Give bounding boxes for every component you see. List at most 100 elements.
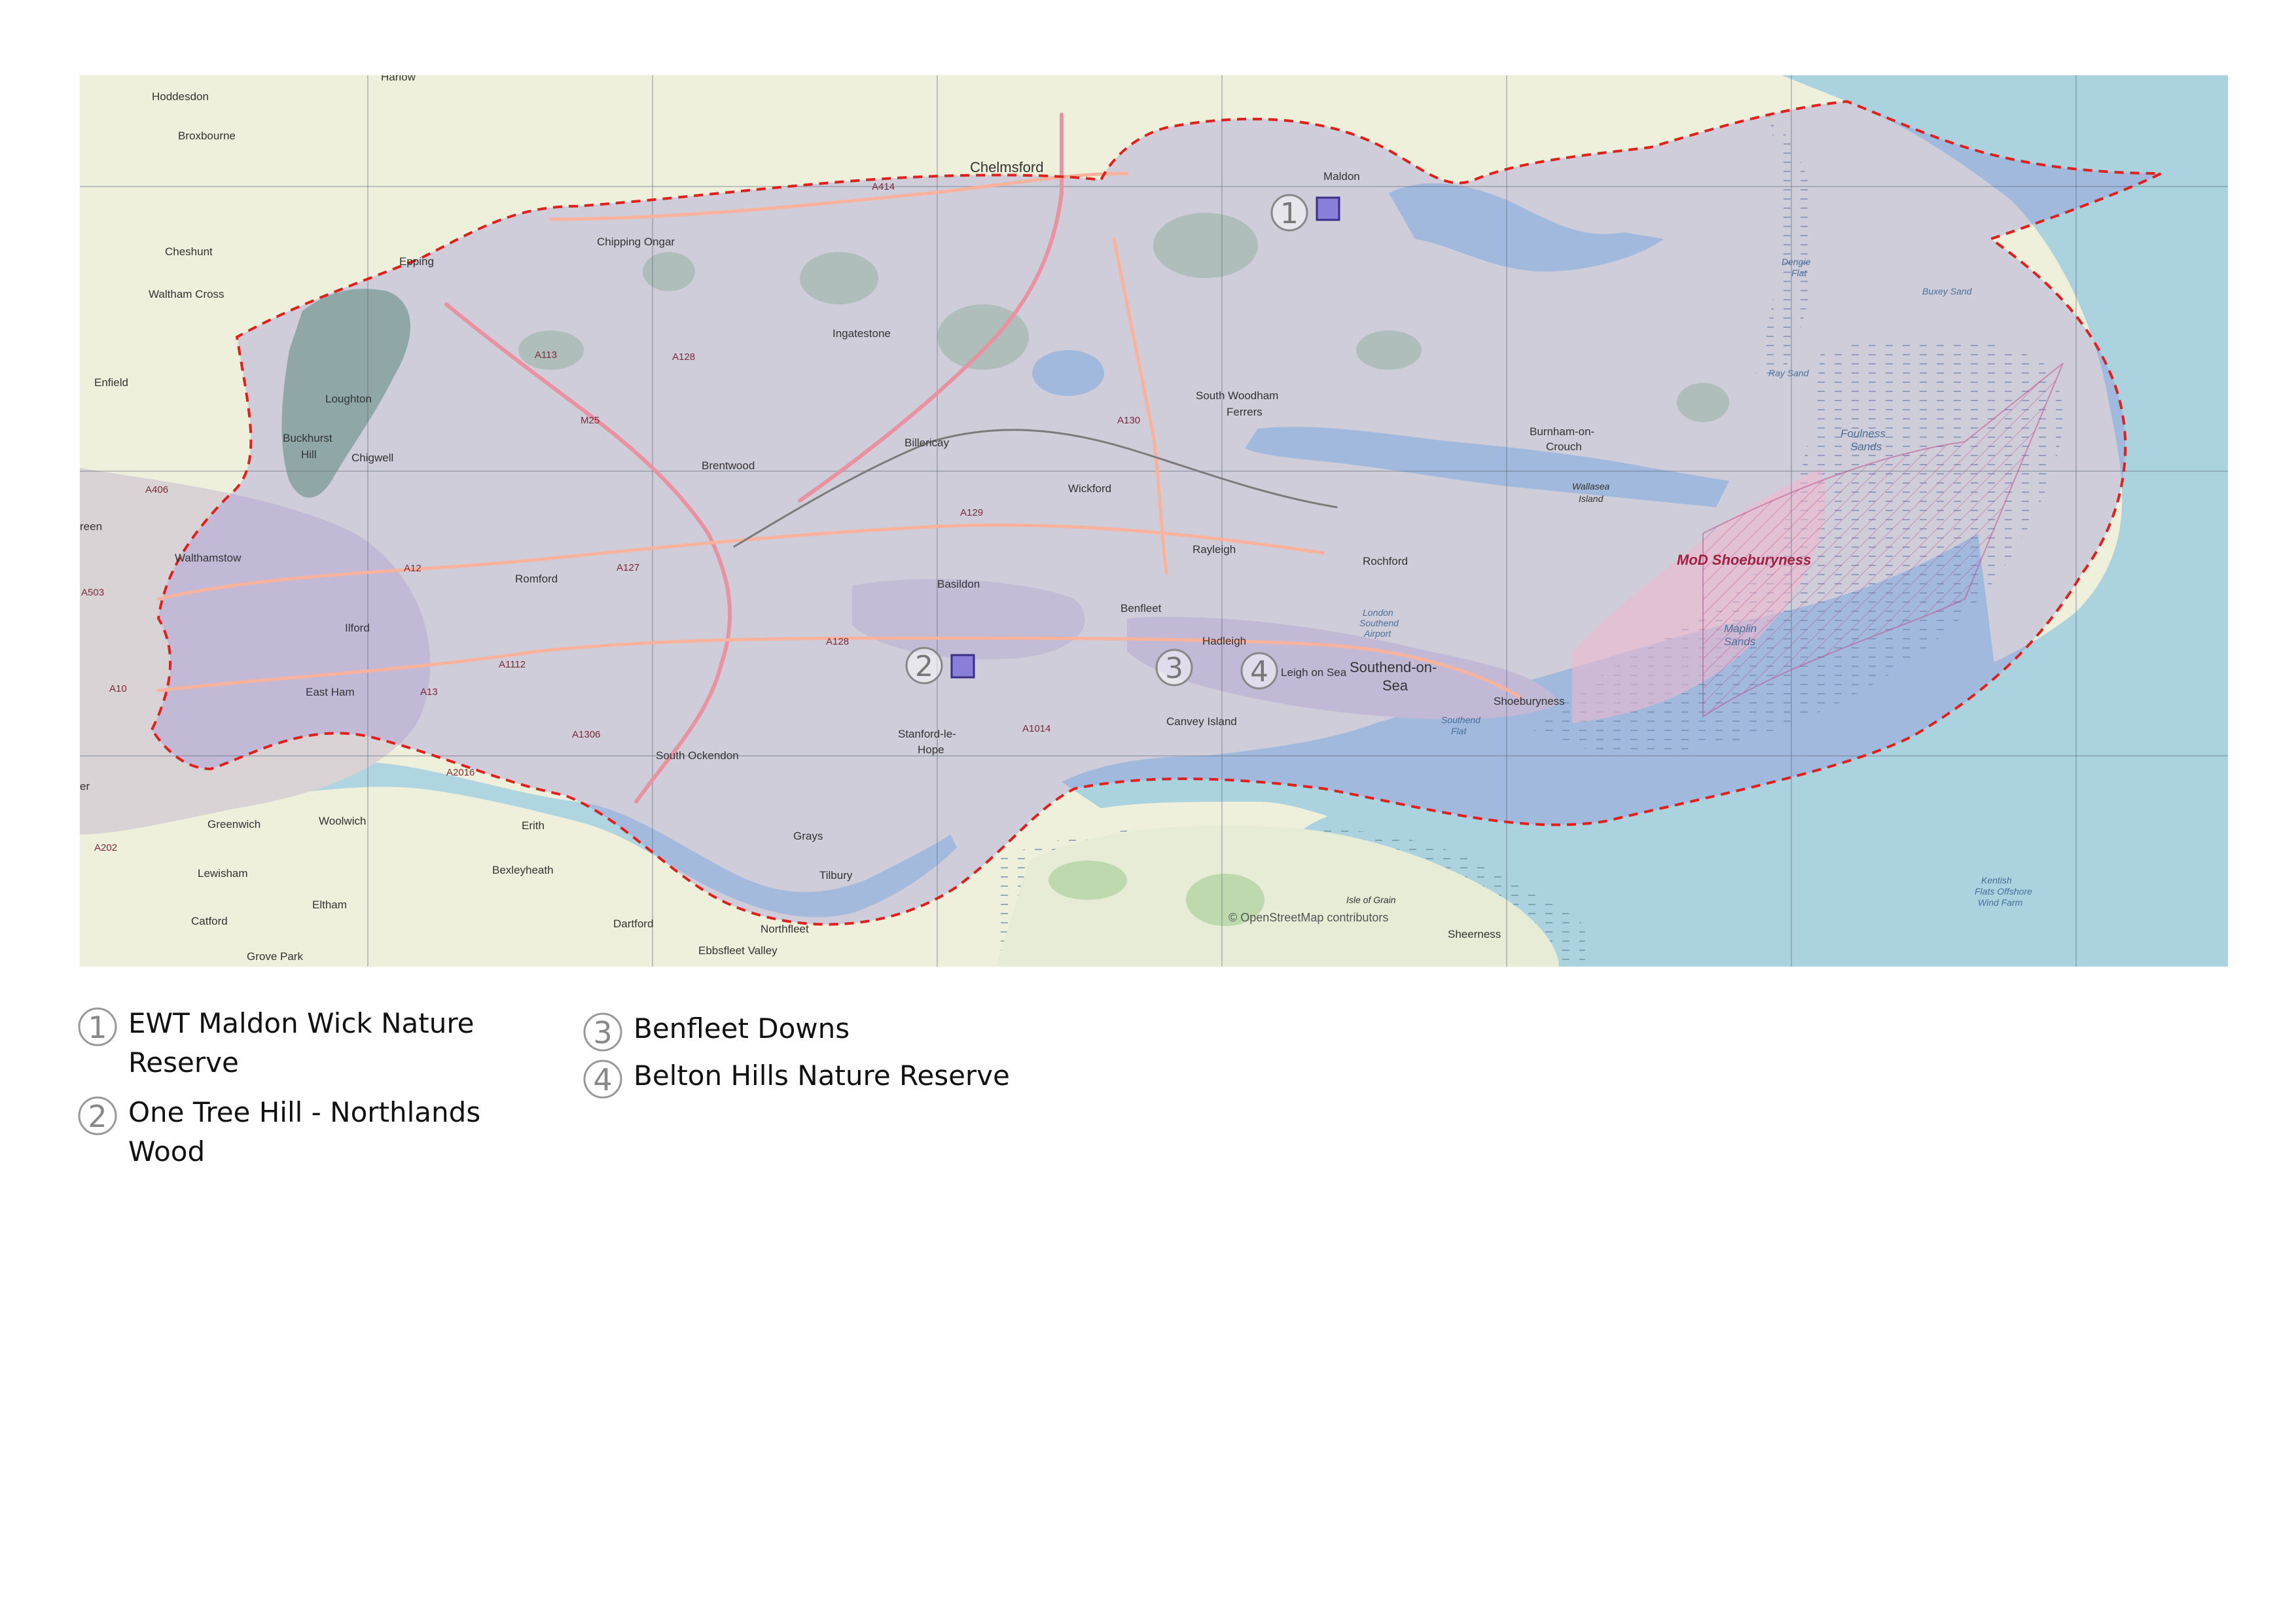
place-label: Billericay: [905, 437, 950, 449]
place-label: Cheshunt: [165, 245, 213, 258]
sea-label: London: [1363, 607, 1393, 618]
legend-label-line: Wood: [128, 1135, 206, 1168]
road-label: A12: [404, 563, 422, 574]
place-label: Dartford: [613, 918, 653, 930]
road-label: A129: [960, 507, 983, 518]
place-label: Chelmsford: [970, 159, 1043, 175]
sea-label: Southend: [1359, 618, 1399, 628]
sea-label: Buxey Sand: [1922, 286, 1973, 296]
place-label: er: [80, 780, 90, 793]
map-attribution[interactable]: © OpenStreetMap contributors: [1229, 911, 1388, 924]
place-label: Erith: [522, 819, 545, 832]
legend-number: 2: [88, 1099, 107, 1134]
site-marker-2[interactable]: 2: [905, 647, 943, 685]
site-marker-1[interactable]: 1: [1270, 194, 1308, 232]
place-label: Broxbourne: [178, 130, 236, 142]
place-label: Shoeburyness: [1494, 695, 1565, 707]
road-label: A503: [81, 587, 104, 598]
road-label: A10: [109, 683, 127, 694]
legend-label-line: Belton Hills Nature Reserve: [634, 1060, 1010, 1092]
road-label: A1014: [1022, 723, 1050, 734]
place-label: Ferrers: [1227, 406, 1263, 418]
legend-label: One Tree Hill - Northlands Wood: [128, 1093, 480, 1171]
legend-number: 4: [593, 1062, 612, 1097]
site-marker-number: 4: [1250, 655, 1268, 688]
place-label: South Ockendon: [656, 749, 739, 762]
place-label: Sheerness: [1448, 928, 1501, 940]
place-label: Enfield: [94, 376, 128, 389]
site-marker-3[interactable]: 3: [1155, 649, 1193, 687]
place-label: Grove Park: [247, 950, 303, 963]
place-label: Basildon: [937, 578, 980, 590]
road-label: A127: [617, 562, 639, 573]
place-label: Southend-on-: [1350, 659, 1437, 675]
legend-number: 1: [88, 1010, 107, 1045]
sea-label: Maplin: [1724, 622, 1757, 635]
place-label: Northfleet: [761, 923, 809, 935]
road-label: A128: [672, 351, 695, 363]
legend-item-2: 2 One Tree Hill - Northlands Wood: [77, 1093, 480, 1171]
place-label: Chipping Ongar: [597, 236, 675, 248]
site-marker-number: 1: [1280, 197, 1299, 230]
place-label: Chigwell: [351, 452, 393, 464]
sea-label: Flat: [1451, 726, 1467, 736]
legend-label-line: EWT Maldon Wick Nature: [128, 1007, 475, 1039]
place-label: reen: [80, 520, 102, 533]
sea-label: Sands: [1850, 440, 1882, 453]
sea-label: Ray Sand: [1768, 368, 1810, 378]
map-canvas[interactable]: Harlow Hoddesdon Broxbourne Cheshunt Wal…: [80, 75, 2228, 967]
place-label: Walthamstow: [175, 552, 242, 564]
place-label: Crouch: [1546, 440, 1582, 453]
legend-label-line: One Tree Hill - Northlands: [128, 1096, 481, 1128]
road-label: A128: [826, 636, 849, 647]
road-label: A1112: [499, 659, 526, 670]
place-label: Waltham Cross: [149, 288, 224, 300]
place-label: Hadleigh: [1202, 635, 1246, 647]
legend-label: Benfleet Downs: [634, 1009, 850, 1048]
place-label: Grays: [793, 830, 823, 842]
place-label: Island: [1579, 493, 1604, 504]
place-label: Rayleigh: [1193, 543, 1236, 556]
place-label: Leigh on Sea: [1281, 666, 1347, 679]
road-label: A1306: [572, 729, 600, 740]
place-label: Hope: [918, 743, 944, 756]
place-label: Rochford: [1363, 555, 1408, 567]
place-label: Benfleet: [1121, 602, 1162, 615]
number-4-icon: 4: [583, 1060, 622, 1099]
road-label: M25: [581, 415, 600, 426]
place-label: Bexleyheath: [492, 864, 554, 876]
legend-number: 3: [593, 1015, 612, 1050]
number-3-icon: 3: [583, 1012, 622, 1052]
sea-label: Airport: [1363, 628, 1391, 639]
place-label: Tilbury: [819, 869, 853, 882]
road-label: A202: [94, 842, 117, 853]
place-label: Hoddesdon: [152, 90, 209, 103]
legend-label-line: Reserve: [128, 1046, 239, 1079]
sea-label: Foulness: [1840, 427, 1886, 440]
place-label: Buckhurst: [283, 432, 332, 444]
road-label: A113: [535, 349, 557, 361]
place-label: Ingatestone: [833, 327, 891, 340]
sea-label: Wind Farm: [1978, 897, 2023, 908]
number-1-icon: 1: [78, 1007, 117, 1046]
mod-label: MoD Shoeburyness: [1677, 552, 1811, 568]
legend-label-line: Benfleet Downs: [634, 1012, 850, 1044]
place-label: Romford: [515, 573, 558, 585]
site-marker-number: 2: [915, 650, 933, 683]
place-label: Ebbsfleet Valley: [698, 944, 778, 957]
place-label: Burnham-on-: [1530, 425, 1594, 438]
place-label: Brentwood: [702, 459, 755, 472]
site-marker-4[interactable]: 4: [1240, 652, 1278, 690]
place-label: Hill: [301, 448, 317, 461]
number-2-icon: 2: [78, 1096, 117, 1135]
legend-item-4: 4 Belton Hills Nature Reserve: [583, 1056, 1010, 1099]
road-label: A13: [420, 687, 438, 698]
site-marker-square-2[interactable]: [950, 654, 975, 679]
sea-label: Kentish: [1981, 875, 2012, 885]
sea-label: Flat: [1791, 268, 1807, 278]
sea-label: Dengie: [1782, 257, 1811, 267]
place-label: Catford: [191, 915, 228, 927]
site-marker-square-1[interactable]: [1316, 196, 1340, 221]
place-label: South Woodham: [1196, 389, 1278, 402]
place-label: Sea: [1382, 677, 1408, 694]
